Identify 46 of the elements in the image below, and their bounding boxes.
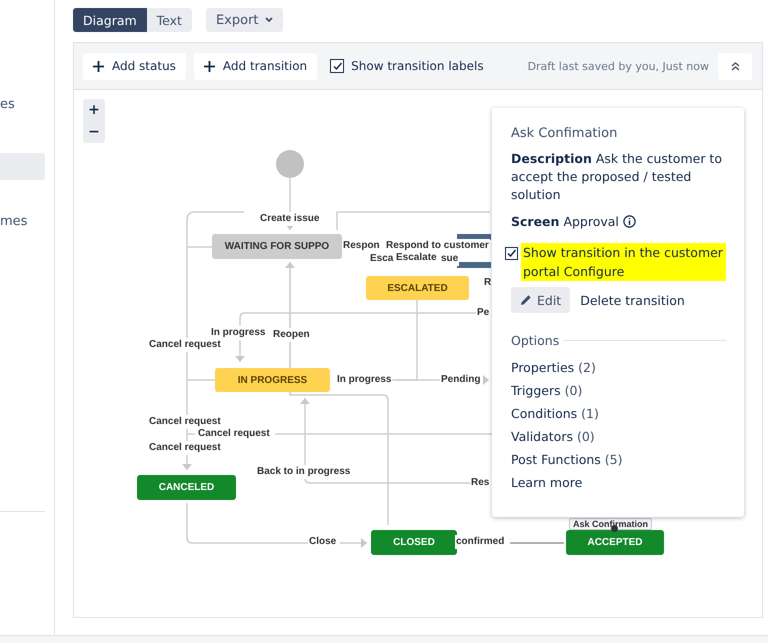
transition-label[interactable]: Ask Confirmation (569, 518, 652, 530)
transition-label[interactable]: Respond to customer (385, 239, 490, 253)
option-link[interactable]: Post Functions (5) (511, 452, 726, 467)
zoom-out-button[interactable]: − (83, 121, 105, 143)
transition-label[interactable]: Back to in progress (256, 465, 352, 479)
view-tab[interactable]: Text (146, 8, 192, 32)
add-transition-button[interactable]: Add transition (194, 52, 318, 80)
transition-label[interactable]: Pending (440, 373, 482, 387)
delete-transition-link[interactable]: Delete transition (580, 292, 685, 308)
transition-label[interactable]: In progress (336, 373, 392, 387)
status-node[interactable]: ACCEPTED (566, 530, 664, 555)
transition-label[interactable]: Reopen (272, 328, 311, 342)
transition-label[interactable]: Cancel request (197, 427, 271, 441)
learn-more-link[interactable]: Learn more (511, 475, 726, 490)
transition-label[interactable]: Cancel request (148, 415, 222, 429)
option-link[interactable]: Properties (2) (511, 360, 726, 375)
draft-status: Draft last saved by you, Just now (528, 60, 709, 72)
checkbox-label: Show transition labels (351, 59, 484, 73)
screen-value: Approval (563, 214, 619, 229)
transition-label[interactable]: Create issue (259, 212, 320, 226)
panel-title: Ask Confimation (511, 126, 618, 141)
option-link[interactable]: Triggers (0) (511, 383, 726, 398)
screen-label: Screen (511, 214, 560, 229)
option-link[interactable]: Validators (0) (511, 429, 726, 444)
transition-label[interactable]: Cancel request (148, 338, 222, 352)
options-heading: Options (511, 333, 560, 348)
option-link[interactable]: Conditions (1) (511, 406, 726, 421)
edit-button[interactable]: Edit (511, 287, 570, 313)
portal-option-label: Show transition in the customer portal Configure (521, 243, 726, 281)
sidebar-item[interactable]: es (0, 91, 45, 118)
transition-label[interactable]: confirmed (455, 535, 506, 549)
status-node[interactable]: CLOSED (371, 530, 457, 555)
status-node[interactable]: IN PROGRESS (215, 368, 330, 392)
add-status-button[interactable]: Add status (83, 52, 186, 80)
zoom-in-button[interactable]: + (83, 99, 105, 121)
transition-label[interactable]: Cancel request (148, 441, 222, 455)
sidebar-item[interactable]: mes (0, 208, 45, 235)
status-node[interactable]: ESCALATED (366, 276, 469, 300)
status-node[interactable]: WAITING FOR SUPPO (212, 234, 342, 259)
status-node[interactable]: CANCELED (137, 475, 236, 500)
export-button[interactable]: Export (206, 8, 283, 32)
view-tab[interactable]: Diagram (73, 8, 147, 32)
configure-link[interactable]: Configure (564, 264, 624, 279)
transition-label[interactable]: Respon (342, 239, 381, 253)
description-text: Description Ask the customer to accept the proposed / tested solution (511, 150, 723, 204)
transition-label[interactable]: In progress (210, 326, 266, 340)
